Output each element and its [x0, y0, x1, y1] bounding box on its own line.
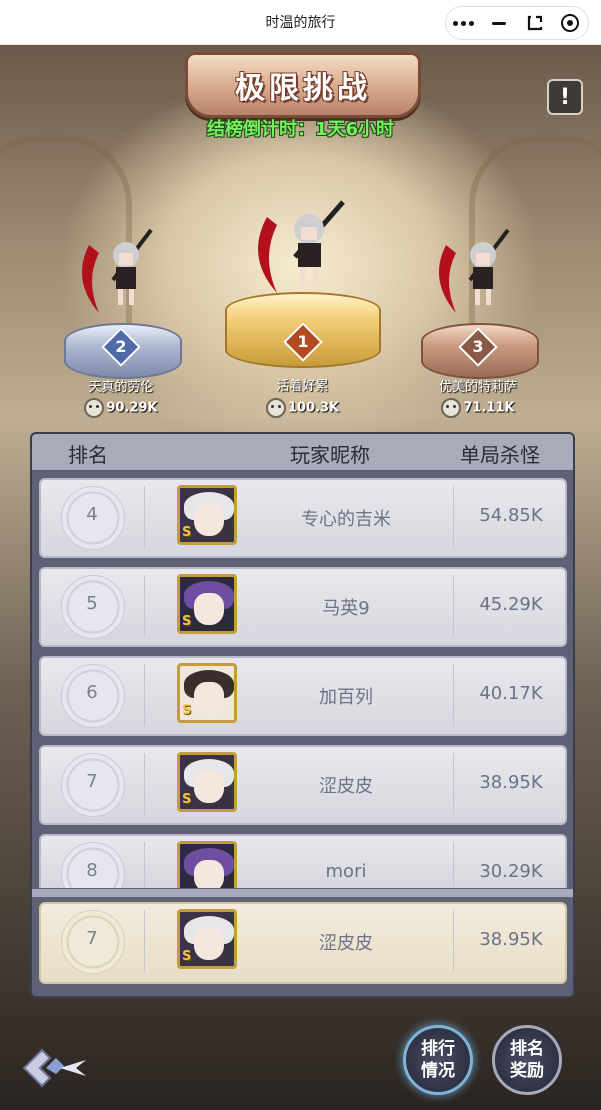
- avatar-face: [194, 860, 224, 888]
- avatar-face: [194, 928, 224, 960]
- table-header: 排名 玩家昵称 单局杀怪: [32, 434, 573, 470]
- my-rank-divider: [32, 889, 573, 897]
- podium-third[interactable]: 3 优美的特莉萨 71.11K: [421, 225, 539, 425]
- table-row[interactable]: 6 S 加百列 40.17K: [39, 656, 567, 736]
- row-kills: 54.85K: [479, 505, 543, 526]
- divider: [144, 910, 145, 972]
- avatar[interactable]: S: [177, 485, 237, 545]
- avatar[interactable]: S: [177, 574, 237, 634]
- divider: [453, 753, 454, 815]
- ranking-table: 排名 玩家昵称 单局杀怪 4 S 专心的吉米 54.85K 5 S 马英9 45…: [30, 432, 575, 998]
- s-rank-badge: S: [182, 614, 192, 629]
- podium-score: 100.3K: [225, 398, 380, 418]
- row-nickname: 马英9: [322, 598, 370, 619]
- row-rank: 4: [86, 504, 98, 525]
- back-logo-icon[interactable]: [20, 1044, 90, 1092]
- minimize-icon[interactable]: [486, 10, 512, 36]
- skull-icon: [441, 398, 462, 418]
- divider: [144, 842, 145, 888]
- s-rank-badge: S: [182, 949, 192, 964]
- page-title-banner: 极限挑战: [185, 52, 421, 118]
- header-nickname: 玩家昵称: [290, 443, 370, 467]
- divider: [144, 753, 145, 815]
- row-kills: 38.95K: [479, 772, 543, 793]
- row-nickname: mori: [325, 861, 367, 882]
- ranking-reward-button[interactable]: 排名奖励: [492, 1025, 562, 1095]
- avatar-face: [194, 682, 224, 714]
- game-scene: 极限挑战 ! 结榜倒计时：1天6小时 2 天真的劳伦 90.29K 1 活着好累…: [0, 45, 601, 1110]
- more-icon[interactable]: [451, 10, 477, 36]
- row-nickname: 涩皮皮: [319, 776, 373, 797]
- restore-icon[interactable]: [522, 10, 548, 36]
- row-nickname: 加百列: [319, 687, 373, 708]
- row-kills: 45.29K: [479, 594, 543, 615]
- character-sprite-icon: [81, 228, 153, 313]
- exclamation-icon: !: [559, 84, 571, 110]
- avatar[interactable]: S: [177, 752, 237, 812]
- info-button[interactable]: !: [547, 79, 583, 115]
- avatar[interactable]: S: [177, 663, 237, 723]
- my-rank-row[interactable]: 7 S 涩皮皮 38.95K: [39, 902, 567, 984]
- podium-second[interactable]: 2 天真的劳伦 90.29K: [64, 225, 182, 425]
- s-rank-badge: S: [182, 525, 192, 540]
- divider: [453, 664, 454, 726]
- row-rank: 6: [86, 682, 98, 703]
- row-kills: 38.95K: [479, 929, 543, 950]
- close-target-icon[interactable]: [557, 10, 583, 36]
- row-kills: 30.29K: [479, 861, 543, 882]
- row-rank: 7: [86, 928, 98, 949]
- row-rank: 7: [86, 771, 98, 792]
- podium-name: 优美的特莉萨: [438, 380, 517, 395]
- character-sprite-icon: [438, 228, 510, 313]
- podium-score: 71.11K: [421, 398, 535, 418]
- podium-score: 90.29K: [64, 398, 178, 418]
- avatar[interactable]: [177, 841, 237, 888]
- header-kills: 单局杀怪: [460, 443, 540, 467]
- divider: [144, 575, 145, 637]
- divider: [453, 910, 454, 972]
- row-rank: 8: [86, 860, 98, 881]
- divider: [453, 842, 454, 888]
- avatar-face: [194, 504, 224, 536]
- header-rank: 排名: [68, 443, 108, 467]
- page-title: 极限挑战: [235, 71, 371, 106]
- capsule-menu: [445, 6, 589, 40]
- divider: [453, 575, 454, 637]
- table-row[interactable]: 7 S 涩皮皮 38.95K: [39, 745, 567, 825]
- divider: [453, 486, 454, 548]
- avatar-face: [194, 593, 224, 625]
- podium-first[interactable]: 1 活着好累 100.3K: [225, 197, 381, 427]
- mini-program-titlebar: 时温的旅行: [0, 0, 601, 45]
- divider: [144, 664, 145, 726]
- podium-name: 活着好累: [276, 379, 329, 394]
- avatar[interactable]: S: [177, 909, 237, 969]
- table-row[interactable]: 5 S 马英9 45.29K: [39, 567, 567, 647]
- row-kills: 40.17K: [479, 683, 543, 704]
- s-rank-badge: S: [182, 792, 192, 807]
- table-row[interactable]: 8 mori 30.29K: [39, 834, 567, 888]
- row-nickname: 专心的吉米: [301, 509, 391, 530]
- table-row[interactable]: 4 S 专心的吉米 54.85K: [39, 478, 567, 558]
- divider: [144, 486, 145, 548]
- skull-icon: [84, 398, 105, 418]
- countdown-text: 结榜倒计时：1天6小时: [206, 119, 395, 140]
- row-rank: 5: [86, 593, 98, 614]
- s-rank-badge: S: [182, 703, 192, 718]
- row-nickname: 涩皮皮: [319, 933, 373, 954]
- character-sprite-icon: [257, 200, 345, 293]
- skull-icon: [265, 398, 286, 418]
- ranking-status-button[interactable]: 排行情况: [403, 1025, 473, 1095]
- avatar-face: [194, 771, 224, 803]
- podium-name: 天真的劳伦: [88, 380, 154, 395]
